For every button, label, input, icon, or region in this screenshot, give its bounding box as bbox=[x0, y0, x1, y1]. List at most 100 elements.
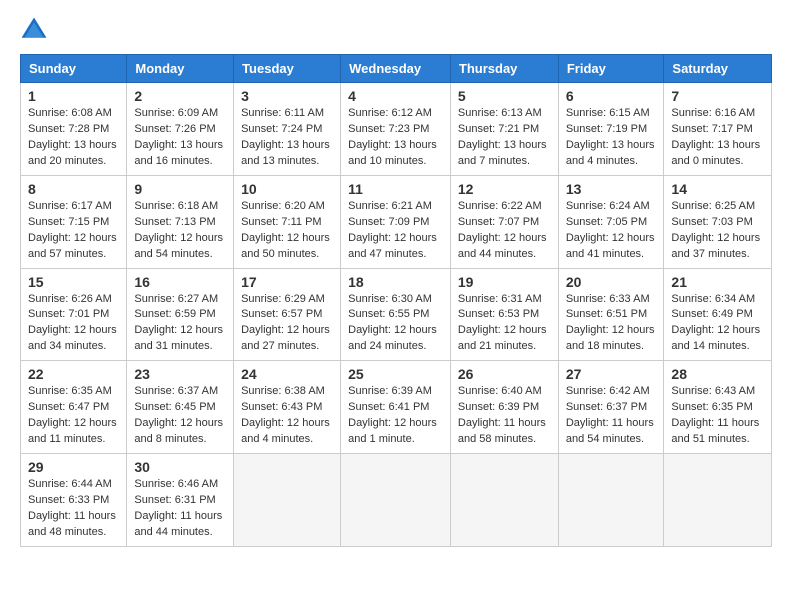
day-number: 27 bbox=[566, 366, 657, 382]
day-number: 25 bbox=[348, 366, 443, 382]
calendar-day-header: Tuesday bbox=[234, 55, 341, 83]
day-info: Sunrise: 6:37 AMSunset: 6:45 PMDaylight:… bbox=[134, 384, 226, 448]
day-info: Sunrise: 6:34 AMSunset: 6:49 PMDaylight:… bbox=[671, 292, 764, 356]
day-number: 21 bbox=[671, 274, 764, 290]
day-info: Sunrise: 6:39 AMSunset: 6:41 PMDaylight:… bbox=[348, 384, 443, 448]
day-info: Sunrise: 6:20 AMSunset: 7:11 PMDaylight:… bbox=[241, 199, 333, 263]
day-number: 15 bbox=[28, 274, 119, 290]
day-number: 7 bbox=[671, 88, 764, 104]
calendar-cell: 22 Sunrise: 6:35 AMSunset: 6:47 PMDayligh… bbox=[21, 361, 127, 454]
calendar-cell: 4 Sunrise: 6:12 AMSunset: 7:23 PMDaylight… bbox=[341, 83, 451, 176]
day-number: 30 bbox=[134, 459, 226, 475]
day-number: 2 bbox=[134, 88, 226, 104]
day-number: 19 bbox=[458, 274, 551, 290]
day-info: Sunrise: 6:11 AMSunset: 7:24 PMDaylight:… bbox=[241, 106, 333, 170]
calendar-cell: 26Sunrise: 6:40 AMSunset: 6:39 PMDayligh… bbox=[450, 361, 558, 454]
day-info: Sunrise: 6:09 AMSunset: 7:26 PMDaylight:… bbox=[134, 106, 226, 170]
day-number: 28 bbox=[671, 366, 764, 382]
day-number: 5 bbox=[458, 88, 551, 104]
day-number: 10 bbox=[241, 181, 333, 197]
day-info: Sunrise: 6:33 AMSunset: 6:51 PMDaylight:… bbox=[566, 292, 657, 356]
day-number: 11 bbox=[348, 181, 443, 197]
calendar-cell bbox=[341, 454, 451, 547]
calendar-week-row: 29 Sunrise: 6:44 AMSunset: 6:33 PMDayligh… bbox=[21, 454, 772, 547]
day-info: Sunrise: 6:17 AMSunset: 7:15 PMDaylight:… bbox=[28, 199, 119, 263]
day-info: Sunrise: 6:12 AMSunset: 7:23 PMDaylight:… bbox=[348, 106, 443, 170]
calendar-day-header: Wednesday bbox=[341, 55, 451, 83]
day-info: Sunrise: 6:15 AMSunset: 7:19 PMDaylight:… bbox=[566, 106, 657, 170]
day-number: 8 bbox=[28, 181, 119, 197]
day-info: Sunrise: 6:21 AMSunset: 7:09 PMDaylight:… bbox=[348, 199, 443, 263]
day-info: Sunrise: 6:26 AMSunset: 7:01 PMDaylight:… bbox=[28, 292, 119, 356]
calendar-week-row: 22 Sunrise: 6:35 AMSunset: 6:47 PMDayligh… bbox=[21, 361, 772, 454]
calendar-cell: 6Sunrise: 6:15 AMSunset: 7:19 PMDaylight… bbox=[558, 83, 664, 176]
calendar-cell: 10 Sunrise: 6:20 AMSunset: 7:11 PMDayligh… bbox=[234, 175, 341, 268]
calendar-day-header: Monday bbox=[127, 55, 234, 83]
calendar-header-row: SundayMondayTuesdayWednesdayThursdayFrid… bbox=[21, 55, 772, 83]
calendar-cell: 11 Sunrise: 6:21 AMSunset: 7:09 PMDayligh… bbox=[341, 175, 451, 268]
calendar-week-row: 1Sunrise: 6:08 AMSunset: 7:28 PMDaylight… bbox=[21, 83, 772, 176]
calendar-day-header: Saturday bbox=[664, 55, 772, 83]
day-info: Sunrise: 6:31 AMSunset: 6:53 PMDaylight:… bbox=[458, 292, 551, 356]
day-number: 22 bbox=[28, 366, 119, 382]
day-info: Sunrise: 6:35 AMSunset: 6:47 PMDaylight:… bbox=[28, 384, 119, 448]
calendar-cell: 13 Sunrise: 6:24 AMSunset: 7:05 PMDayligh… bbox=[558, 175, 664, 268]
calendar-cell bbox=[450, 454, 558, 547]
calendar-cell: 16Sunrise: 6:27 AMSunset: 6:59 PMDayligh… bbox=[127, 268, 234, 361]
day-number: 12 bbox=[458, 181, 551, 197]
calendar-week-row: 8 Sunrise: 6:17 AMSunset: 7:15 PMDaylight… bbox=[21, 175, 772, 268]
day-info: Sunrise: 6:40 AMSunset: 6:39 PMDaylight:… bbox=[458, 384, 551, 448]
calendar-cell: 12Sunrise: 6:22 AMSunset: 7:07 PMDayligh… bbox=[450, 175, 558, 268]
calendar-cell: 28 Sunrise: 6:43 AMSunset: 6:35 PMDayligh… bbox=[664, 361, 772, 454]
calendar-cell: 18 Sunrise: 6:30 AMSunset: 6:55 PMDayligh… bbox=[341, 268, 451, 361]
day-info: Sunrise: 6:46 AMSunset: 6:31 PMDaylight:… bbox=[134, 477, 226, 541]
header bbox=[20, 16, 772, 44]
day-info: Sunrise: 6:29 AMSunset: 6:57 PMDaylight:… bbox=[241, 292, 333, 356]
day-number: 17 bbox=[241, 274, 333, 290]
calendar-cell: 24Sunrise: 6:38 AMSunset: 6:43 PMDayligh… bbox=[234, 361, 341, 454]
calendar-cell: 23 Sunrise: 6:37 AMSunset: 6:45 PMDayligh… bbox=[127, 361, 234, 454]
day-number: 18 bbox=[348, 274, 443, 290]
day-info: Sunrise: 6:24 AMSunset: 7:05 PMDaylight:… bbox=[566, 199, 657, 263]
calendar-week-row: 15 Sunrise: 6:26 AMSunset: 7:01 PMDayligh… bbox=[21, 268, 772, 361]
calendar-cell: 15 Sunrise: 6:26 AMSunset: 7:01 PMDayligh… bbox=[21, 268, 127, 361]
calendar-cell: 8 Sunrise: 6:17 AMSunset: 7:15 PMDaylight… bbox=[21, 175, 127, 268]
day-number: 3 bbox=[241, 88, 333, 104]
calendar-cell: 21 Sunrise: 6:34 AMSunset: 6:49 PMDayligh… bbox=[664, 268, 772, 361]
day-info: Sunrise: 6:25 AMSunset: 7:03 PMDaylight:… bbox=[671, 199, 764, 263]
day-info: Sunrise: 6:16 AMSunset: 7:17 PMDaylight:… bbox=[671, 106, 764, 170]
calendar-cell bbox=[558, 454, 664, 547]
calendar-day-header: Thursday bbox=[450, 55, 558, 83]
page: SundayMondayTuesdayWednesdayThursdayFrid… bbox=[0, 0, 792, 567]
day-number: 9 bbox=[134, 181, 226, 197]
calendar-day-header: Sunday bbox=[21, 55, 127, 83]
day-info: Sunrise: 6:13 AMSunset: 7:21 PMDaylight:… bbox=[458, 106, 551, 170]
day-number: 29 bbox=[28, 459, 119, 475]
calendar-cell: 29 Sunrise: 6:44 AMSunset: 6:33 PMDayligh… bbox=[21, 454, 127, 547]
day-info: Sunrise: 6:18 AMSunset: 7:13 PMDaylight:… bbox=[134, 199, 226, 263]
day-number: 23 bbox=[134, 366, 226, 382]
day-info: Sunrise: 6:08 AMSunset: 7:28 PMDaylight:… bbox=[28, 106, 119, 170]
calendar-cell: 30 Sunrise: 6:46 AMSunset: 6:31 PMDayligh… bbox=[127, 454, 234, 547]
calendar-cell: 2 Sunrise: 6:09 AMSunset: 7:26 PMDaylight… bbox=[127, 83, 234, 176]
calendar-cell: 1Sunrise: 6:08 AMSunset: 7:28 PMDaylight… bbox=[21, 83, 127, 176]
day-number: 4 bbox=[348, 88, 443, 104]
calendar-day-header: Friday bbox=[558, 55, 664, 83]
calendar-cell: 14 Sunrise: 6:25 AMSunset: 7:03 PMDayligh… bbox=[664, 175, 772, 268]
day-info: Sunrise: 6:38 AMSunset: 6:43 PMDaylight:… bbox=[241, 384, 333, 448]
day-number: 13 bbox=[566, 181, 657, 197]
calendar-table: SundayMondayTuesdayWednesdayThursdayFrid… bbox=[20, 54, 772, 547]
calendar-cell: 9 Sunrise: 6:18 AMSunset: 7:13 PMDaylight… bbox=[127, 175, 234, 268]
day-info: Sunrise: 6:42 AMSunset: 6:37 PMDaylight:… bbox=[566, 384, 657, 448]
day-info: Sunrise: 6:44 AMSunset: 6:33 PMDaylight:… bbox=[28, 477, 119, 541]
calendar-cell: 5 Sunrise: 6:13 AMSunset: 7:21 PMDaylight… bbox=[450, 83, 558, 176]
calendar-cell bbox=[234, 454, 341, 547]
day-info: Sunrise: 6:43 AMSunset: 6:35 PMDaylight:… bbox=[671, 384, 764, 448]
day-info: Sunrise: 6:30 AMSunset: 6:55 PMDaylight:… bbox=[348, 292, 443, 356]
calendar-cell bbox=[664, 454, 772, 547]
calendar-cell: 7 Sunrise: 6:16 AMSunset: 7:17 PMDaylight… bbox=[664, 83, 772, 176]
day-number: 16 bbox=[134, 274, 226, 290]
calendar-cell: 20Sunrise: 6:33 AMSunset: 6:51 PMDayligh… bbox=[558, 268, 664, 361]
calendar-cell: 17 Sunrise: 6:29 AMSunset: 6:57 PMDayligh… bbox=[234, 268, 341, 361]
day-number: 14 bbox=[671, 181, 764, 197]
